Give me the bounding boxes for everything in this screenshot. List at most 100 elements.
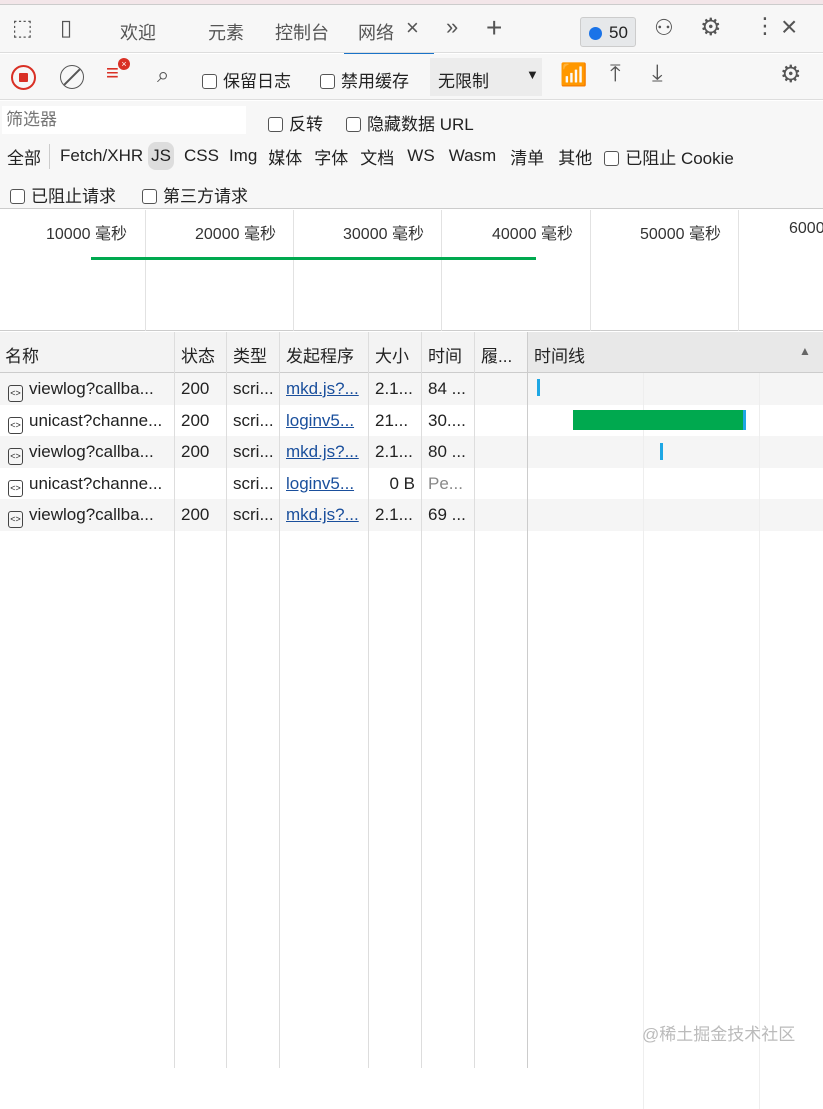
type-filter-other[interactable]: 其他 <box>551 144 604 169</box>
script-file-icon: <> <box>8 385 23 402</box>
request-time: 80 ... <box>428 442 466 462</box>
header-size[interactable]: 大小 <box>375 342 409 367</box>
header-waterfall[interactable]: 时间线 <box>534 342 585 367</box>
request-type: scri... <box>233 473 274 493</box>
overview-request-bar <box>91 257 536 260</box>
request-type: scri... <box>233 442 274 462</box>
blocked-cookies-checkbox[interactable]: 已阻止 Cookie <box>604 144 734 169</box>
request-time: 69 ... <box>428 505 466 525</box>
third-party-checkbox[interactable]: 第三方请求 <box>142 182 248 207</box>
more-tabs-icon[interactable]: » <box>446 14 458 40</box>
request-initiator-link[interactable]: mkd.js?... <box>286 379 359 399</box>
blocked-requests-checkbox[interactable]: 已阻止请求 <box>10 182 116 207</box>
request-status: 200 <box>181 410 210 430</box>
hide-data-urls-checkbox[interactable]: 隐藏数据 URL <box>346 110 474 135</box>
tab-console[interactable]: 控制台 <box>275 19 329 45</box>
table-row[interactable]: <> unicast?channe... scri... loginv5... 0… <box>0 468 823 500</box>
network-conditions-icon[interactable]: 📶 <box>560 62 587 88</box>
feedback-icon[interactable]: ⚇ <box>654 15 674 41</box>
inspect-element-icon[interactable]: ⬚ <box>12 15 33 41</box>
request-status: 200 <box>181 379 210 398</box>
request-size: 0 B <box>389 473 415 493</box>
tab-elements[interactable]: 元素 <box>208 19 244 45</box>
table-row[interactable]: <> viewlog?callba... 200 scri... mkd.js?.… <box>0 373 823 405</box>
close-tab-icon[interactable]: × <box>406 15 419 41</box>
request-size: 21... <box>375 410 409 430</box>
script-file-icon: <> <box>8 511 23 529</box>
request-initiator-link[interactable]: loginv5... <box>286 411 354 431</box>
waterfall-bar <box>660 443 663 460</box>
overview-tick-label: 20000 毫秒 <box>195 226 276 243</box>
more-options-icon[interactable]: ⋮ <box>754 13 776 39</box>
request-name[interactable]: viewlog?callba... <box>29 442 154 461</box>
type-filter-all[interactable]: 全部 <box>0 143 50 169</box>
import-har-icon[interactable]: ⤒ <box>610 60 621 88</box>
header-status[interactable]: 状态 <box>181 342 215 367</box>
type-filter-img[interactable]: Img <box>224 146 262 166</box>
clear-icon[interactable] <box>60 65 84 89</box>
request-time: 84 ... <box>428 379 466 398</box>
request-time: 30.... <box>428 410 466 430</box>
record-stop-icon[interactable] <box>11 65 36 90</box>
device-toolbar-icon[interactable]: ▯ <box>60 15 72 41</box>
sort-ascending-icon[interactable]: ▲ <box>799 344 811 358</box>
header-type[interactable]: 类型 <box>233 342 267 367</box>
overview-tick-label: 6000 <box>789 220 823 237</box>
filter-icon[interactable]: ≡ × <box>106 58 130 86</box>
request-name[interactable]: viewlog?callba... <box>29 379 154 398</box>
request-type: scri... <box>233 410 274 430</box>
waterfall-bar <box>743 410 746 430</box>
type-filter-fetch-xhr[interactable]: Fetch/XHR <box>50 146 148 166</box>
add-tab-icon[interactable]: + <box>486 12 502 44</box>
request-initiator-link[interactable]: loginv5... <box>286 474 354 494</box>
request-initiator-link[interactable]: mkd.js?... <box>286 505 359 525</box>
request-name[interactable]: unicast?channe... <box>29 474 162 493</box>
type-filter-js[interactable]: JS <box>148 142 174 170</box>
network-toolbar: ≡ × ⌕ 保留日志 禁用缓存 无限制 ▼ 📶 ⤒ ⤓ ⚙ <box>0 54 823 100</box>
script-file-icon: <> <box>8 479 23 497</box>
throttle-select[interactable]: 无限制 ▼ <box>430 58 542 96</box>
settings-gear-icon[interactable]: ⚙ <box>700 13 722 42</box>
watermark: @稀土掘金技术社区 <box>642 1025 796 1044</box>
type-filter-doc[interactable]: 文档 <box>354 144 400 169</box>
type-filter-media[interactable]: 媒体 <box>262 144 308 169</box>
waterfall-bar <box>573 410 744 430</box>
request-name[interactable]: viewlog?callba... <box>29 505 154 524</box>
export-har-icon[interactable]: ⤓ <box>652 60 663 88</box>
overview-tick-label: 30000 毫秒 <box>343 226 424 243</box>
disable-cache-checkbox[interactable]: 禁用缓存 <box>320 67 409 92</box>
filter-input[interactable] <box>2 106 246 134</box>
filter-area: 反转 隐藏数据 URL 全部 Fetch/XHR JS CSS Img 媒体 字… <box>0 101 823 209</box>
header-initiator[interactable]: 发起程序 <box>286 342 354 367</box>
type-filter-css[interactable]: CSS <box>174 146 224 166</box>
network-settings-icon[interactable]: ⚙ <box>780 60 802 89</box>
header-name[interactable]: 名称 <box>5 342 39 367</box>
close-devtools-icon[interactable]: × <box>781 11 797 43</box>
request-name[interactable]: unicast?channe... <box>29 411 162 430</box>
type-filter-manifest[interactable]: 清单 <box>503 144 551 169</box>
dropdown-arrow-icon: ▼ <box>526 67 539 82</box>
devtools-tabbar: ⬚ ▯ 欢迎 元素 控制台 网络 × » + 50 ⚇ ⚙ ⋮ × <box>0 5 823 55</box>
type-filter-ws[interactable]: WS <box>400 146 441 166</box>
header-fulfilled[interactable]: 履... <box>481 342 512 367</box>
tab-welcome[interactable]: 欢迎 <box>120 19 156 45</box>
overview-tick-label: 10000 毫秒 <box>46 226 127 243</box>
requests-table-header: 名称 状态 类型 发起程序 大小 时间 履... 时间线 ▲ <box>0 332 823 373</box>
type-filter-font[interactable]: 字体 <box>308 144 354 169</box>
request-type: scri... <box>233 505 274 525</box>
preserve-log-checkbox[interactable]: 保留日志 <box>202 67 291 92</box>
request-size: 2.1... <box>375 379 413 398</box>
overview-tick-label: 50000 毫秒 <box>640 226 721 243</box>
invert-checkbox[interactable]: 反转 <box>268 110 323 135</box>
tab-network[interactable]: 网络 <box>358 19 394 45</box>
header-time[interactable]: 时间 <box>428 342 462 367</box>
request-type: scri... <box>233 379 274 398</box>
request-size: 2.1... <box>375 505 413 525</box>
search-icon[interactable]: ⌕ <box>157 62 169 88</box>
table-row[interactable]: <> viewlog?callba... 200 scri... mkd.js?.… <box>0 499 823 531</box>
issues-badge[interactable]: 50 <box>580 17 636 47</box>
network-overview[interactable]: 10000 毫秒 20000 毫秒 30000 毫秒 40000 毫秒 5000… <box>0 210 823 331</box>
request-initiator-link[interactable]: mkd.js?... <box>286 442 359 462</box>
table-row[interactable]: <> viewlog?callba... 200 scri... mkd.js?.… <box>0 436 823 468</box>
type-filter-wasm[interactable]: Wasm <box>442 146 504 166</box>
